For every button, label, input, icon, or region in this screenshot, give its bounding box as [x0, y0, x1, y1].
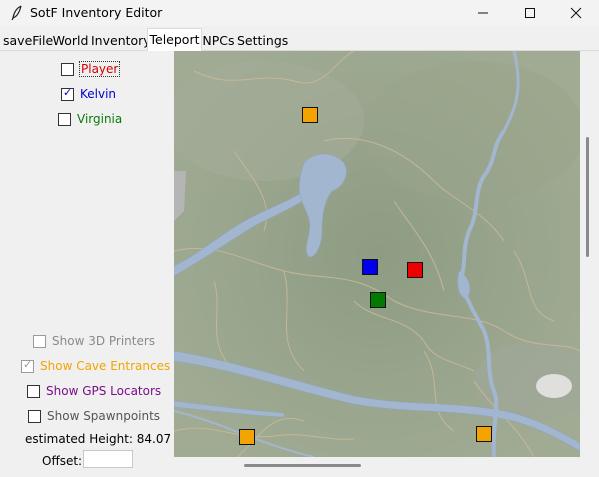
show-spawnpoints-checkbox[interactable]: Show Spawnpoints	[28, 409, 160, 423]
checkbox-box[interactable]: ✓	[21, 357, 34, 373]
player-marker[interactable]	[407, 262, 423, 278]
show-cave-entrances-label: Show Cave Entrances	[40, 359, 171, 373]
window-title: SotF Inventory Editor	[30, 5, 163, 20]
checkmark-icon: ✓	[23, 357, 33, 371]
checkmark-icon: ✓	[63, 85, 73, 99]
horizontal-scrollbar[interactable]	[244, 464, 361, 467]
tab-inventory[interactable]: Inventory	[91, 31, 151, 50]
minimize-icon	[478, 12, 488, 14]
map-canvas[interactable]	[174, 51, 580, 457]
tab-settings[interactable]: Settings	[237, 31, 288, 50]
vertical-scrollbar[interactable]	[586, 137, 589, 257]
maximize-button[interactable]	[507, 0, 553, 26]
show-3d-printers-label: Show 3D Printers	[52, 334, 156, 348]
tab-world[interactable]: World	[52, 31, 89, 50]
offset-label: Offset:	[42, 454, 83, 468]
checkbox-box[interactable]	[58, 112, 71, 126]
kelvin-marker[interactable]	[362, 259, 378, 275]
virginia-marker[interactable]	[370, 292, 386, 308]
title-bar: SotF Inventory Editor	[0, 0, 599, 26]
show-3d-printers-checkbox[interactable]: Show 3D Printers	[33, 334, 155, 348]
close-button[interactable]	[553, 0, 599, 26]
kelvin-checkbox[interactable]: ✓ Kelvin	[61, 85, 117, 101]
feather-icon	[11, 5, 22, 21]
player-checkbox[interactable]: Player	[61, 61, 121, 77]
virginia-label: Virginia	[77, 112, 123, 126]
kelvin-label: Kelvin	[80, 87, 117, 101]
minimize-button[interactable]	[460, 0, 506, 26]
tab-npcs[interactable]: NPCs	[202, 31, 235, 50]
cave-entrance-marker[interactable]	[302, 107, 318, 123]
checkbox-box[interactable]	[61, 62, 74, 76]
checkbox-box[interactable]: ✓	[61, 85, 74, 101]
show-cave-entrances-checkbox[interactable]: ✓ Show Cave Entrances	[21, 357, 171, 373]
tab-teleport[interactable]: Teleport	[147, 28, 202, 51]
show-gps-locators-checkbox[interactable]: Show GPS Locators	[27, 384, 161, 398]
teleport-panel: Player ✓ Kelvin Virginia Show 3D Printer…	[0, 51, 599, 477]
show-gps-locators-label: Show GPS Locators	[46, 384, 162, 398]
close-icon	[570, 7, 582, 19]
maximize-icon	[525, 8, 535, 18]
offset-input[interactable]	[83, 450, 133, 468]
estimated-height-label: estimated Height: 84.07	[25, 432, 172, 446]
cave-entrance-marker[interactable]	[476, 426, 492, 442]
show-spawnpoints-label: Show Spawnpoints	[47, 409, 161, 423]
virginia-checkbox[interactable]: Virginia	[58, 112, 122, 126]
cave-entrance-marker[interactable]	[239, 429, 255, 445]
checkbox-box[interactable]	[33, 334, 46, 348]
checkbox-box[interactable]	[27, 384, 40, 398]
terrain-map	[174, 51, 580, 457]
checkbox-box[interactable]	[28, 409, 41, 423]
tab-savefile[interactable]: saveFile	[3, 31, 53, 50]
player-label: Player	[78, 61, 121, 77]
